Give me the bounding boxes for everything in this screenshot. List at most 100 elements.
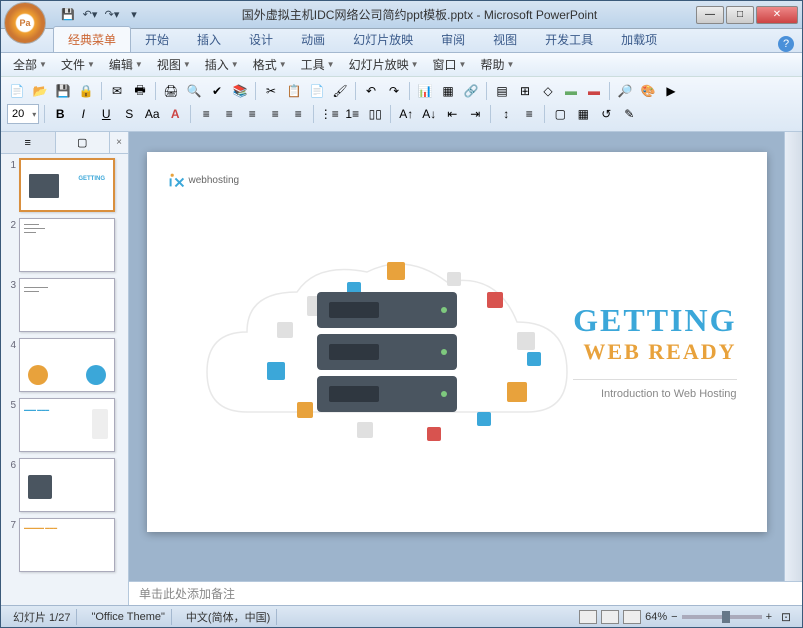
thumb-slide[interactable]: GETTING: [19, 158, 115, 212]
line-color-icon[interactable]: ▬: [584, 81, 604, 101]
tab-classic-menu[interactable]: 经典菜单: [53, 26, 131, 52]
text-direction-icon[interactable]: ↕: [496, 104, 516, 124]
shadow-icon[interactable]: S: [119, 104, 139, 124]
fill-icon[interactable]: ▬: [561, 81, 581, 101]
tab-developer[interactable]: 开发工具: [531, 27, 607, 52]
menu-insert[interactable]: 插入▼: [199, 54, 245, 75]
panel-close-icon[interactable]: ×: [110, 132, 128, 153]
align-center-icon[interactable]: ≡: [219, 104, 239, 124]
thumb-slide[interactable]: ▬▬▬▬▬▬▬▬▬▬▬▬▬▬▬▬: [19, 218, 115, 272]
font-color-icon[interactable]: A: [165, 104, 185, 124]
thumb-item[interactable]: 3 ▬▬▬▬▬▬▬▬▬▬▬▬▬: [5, 278, 124, 332]
thumb-slide[interactable]: [19, 458, 115, 512]
thumb-item[interactable]: 1 GETTING: [5, 158, 124, 212]
design-icon[interactable]: ✎: [619, 104, 639, 124]
email-icon[interactable]: ✉: [107, 81, 127, 101]
align-left-icon[interactable]: ≡: [196, 104, 216, 124]
color-icon[interactable]: 🎨: [638, 81, 658, 101]
menu-window[interactable]: 窗口▼: [427, 54, 473, 75]
save-icon[interactable]: 💾: [53, 81, 73, 101]
zoom-slider[interactable]: [682, 615, 762, 619]
help-icon[interactable]: ?: [778, 36, 794, 52]
distributed-icon[interactable]: ≡: [288, 104, 308, 124]
quickprint-icon[interactable]: 🖶: [130, 81, 150, 101]
canvas-area[interactable]: webhosting: [129, 132, 784, 581]
print-icon[interactable]: 🖨: [161, 81, 181, 101]
chart-icon[interactable]: 📊: [415, 81, 435, 101]
tab-insert[interactable]: 插入: [183, 27, 235, 52]
menu-tools[interactable]: 工具▼: [295, 54, 341, 75]
decrease-font-icon[interactable]: A↓: [419, 104, 439, 124]
layout-icon[interactable]: ▦: [573, 104, 593, 124]
decrease-indent-icon[interactable]: ⇤: [442, 104, 462, 124]
tab-slideshow[interactable]: 幻灯片放映: [339, 27, 427, 52]
tab-animation[interactable]: 动画: [287, 27, 339, 52]
increase-indent-icon[interactable]: ⇥: [465, 104, 485, 124]
thumb-item[interactable]: 4: [5, 338, 124, 392]
bold-icon[interactable]: B: [50, 104, 70, 124]
menu-file[interactable]: 文件▼: [55, 54, 101, 75]
shapes-icon[interactable]: ◇: [538, 81, 558, 101]
new-slide-icon[interactable]: ▢: [550, 104, 570, 124]
research-icon[interactable]: 📚: [230, 81, 250, 101]
sorter-view-icon[interactable]: [601, 610, 619, 624]
line-spacing-icon[interactable]: ≡: [519, 104, 539, 124]
reset-icon[interactable]: ↺: [596, 104, 616, 124]
cut-icon[interactable]: ✂: [261, 81, 281, 101]
columns-icon[interactable]: ▯▯: [365, 104, 385, 124]
fit-window-icon[interactable]: ⊡: [776, 607, 796, 627]
thumb-item[interactable]: 6: [5, 458, 124, 512]
undo-icon[interactable]: ↶▾: [81, 6, 99, 24]
menu-view[interactable]: 视图▼: [151, 54, 197, 75]
underline-icon[interactable]: U: [96, 104, 116, 124]
table-icon[interactable]: ▦: [438, 81, 458, 101]
tab-addins[interactable]: 加载项: [607, 27, 671, 52]
hyperlink-icon[interactable]: 🔗: [461, 81, 481, 101]
copy-icon[interactable]: 📋: [284, 81, 304, 101]
qat-more-icon[interactable]: ▾: [125, 6, 143, 24]
tables-icon[interactable]: ▤: [492, 81, 512, 101]
numbering-icon[interactable]: 1≡: [342, 104, 362, 124]
thumb-item[interactable]: 2 ▬▬▬▬▬▬▬▬▬▬▬▬▬▬▬▬: [5, 218, 124, 272]
spelling-icon[interactable]: ✔: [207, 81, 227, 101]
zoom-out-icon[interactable]: −: [671, 611, 677, 623]
status-language[interactable]: 中文(简体，中国): [180, 609, 277, 625]
align-right-icon[interactable]: ≡: [242, 104, 262, 124]
maximize-button[interactable]: □: [726, 6, 754, 24]
tab-review[interactable]: 审阅: [427, 27, 479, 52]
slide[interactable]: webhosting: [147, 152, 767, 532]
close-button[interactable]: ✕: [756, 6, 798, 24]
bullets-icon[interactable]: ⋮≡: [319, 104, 339, 124]
menu-slideshow[interactable]: 幻灯片放映▼: [343, 54, 425, 75]
slides-tab[interactable]: ▢: [56, 132, 111, 153]
status-theme[interactable]: "Office Theme": [85, 609, 171, 625]
vertical-scrollbar[interactable]: [784, 132, 802, 581]
menu-edit[interactable]: 编辑▼: [103, 54, 149, 75]
office-button[interactable]: Pa: [4, 2, 46, 44]
change-case-icon[interactable]: Aa: [142, 104, 162, 124]
new-icon[interactable]: 📄: [7, 81, 27, 101]
thumb-slide[interactable]: ▬▬▬▬▬ ▬▬▬: [19, 518, 115, 572]
open-icon[interactable]: 📂: [30, 81, 50, 101]
menu-help[interactable]: 帮助▼: [474, 54, 520, 75]
thumb-item[interactable]: 7 ▬▬▬▬▬ ▬▬▬: [5, 518, 124, 572]
font-size-combo[interactable]: 20: [7, 104, 39, 124]
tab-view[interactable]: 视图: [479, 27, 531, 52]
notes-pane[interactable]: 单击此处添加备注: [129, 581, 802, 605]
save-icon[interactable]: 💾: [59, 6, 77, 24]
minimize-button[interactable]: —: [696, 6, 724, 24]
thumb-slide[interactable]: [19, 338, 115, 392]
italic-icon[interactable]: I: [73, 104, 93, 124]
justify-icon[interactable]: ≡: [265, 104, 285, 124]
redo-icon[interactable]: ↷: [384, 81, 404, 101]
menu-all[interactable]: 全部▼: [7, 54, 53, 75]
thumb-slide[interactable]: ▬▬▬▬▬▬▬▬▬▬▬▬▬: [19, 278, 115, 332]
zoom-in-icon[interactable]: +: [766, 611, 772, 623]
format-painter-icon[interactable]: 🖌: [330, 81, 350, 101]
status-slide-indicator[interactable]: 幻灯片 1/27: [7, 609, 77, 625]
normal-view-icon[interactable]: [579, 610, 597, 624]
zoom-level[interactable]: 64%: [645, 611, 667, 623]
redo-icon[interactable]: ↷▾: [103, 6, 121, 24]
increase-font-icon[interactable]: A↑: [396, 104, 416, 124]
thumb-slide[interactable]: ▬▬▬ ▬▬▬: [19, 398, 115, 452]
